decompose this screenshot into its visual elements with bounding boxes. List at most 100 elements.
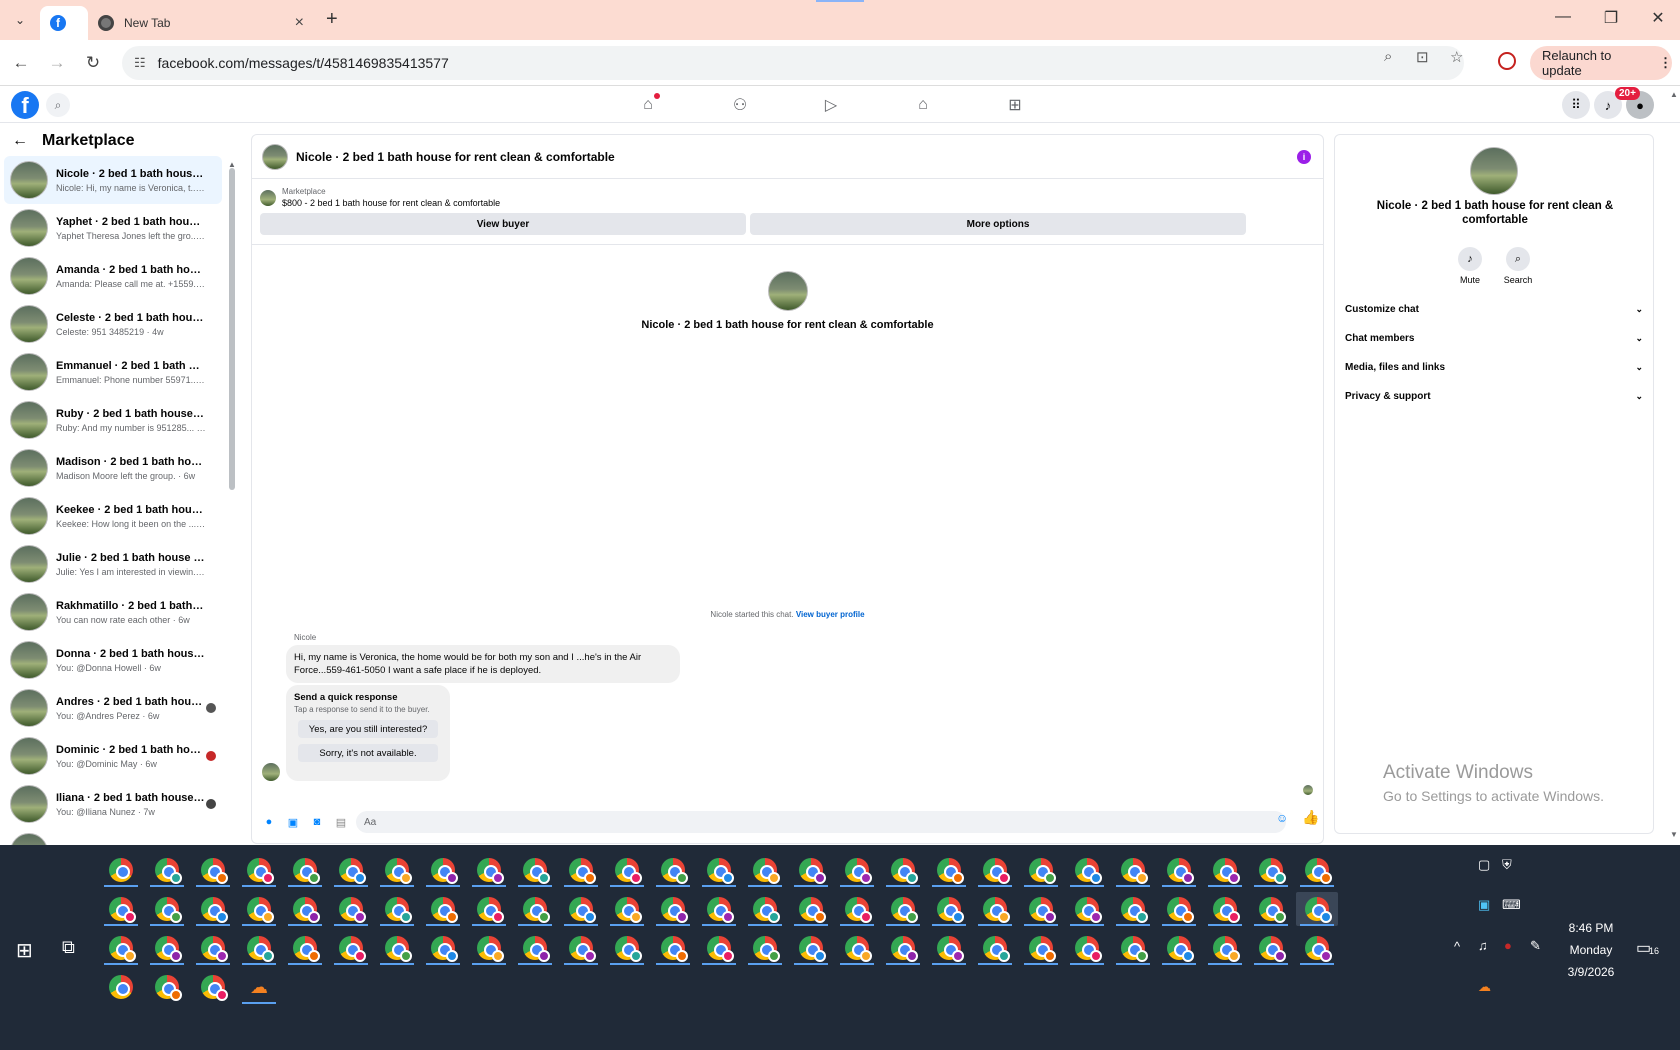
facebook-logo-icon[interactable]: f xyxy=(11,91,39,119)
chrome-profile-taskbar-button[interactable] xyxy=(422,853,464,887)
conversation-item[interactable]: Emmanuel · 2 bed 1 bath house... Emmanuel… xyxy=(4,348,222,396)
chrome-profile-taskbar-button[interactable] xyxy=(100,931,142,965)
chrome-profile-taskbar-button[interactable] xyxy=(1158,853,1200,887)
chrome-profile-taskbar-button[interactable] xyxy=(1296,931,1338,965)
chrome-profile-taskbar-button[interactable] xyxy=(192,931,234,965)
chrome-profile-taskbar-button[interactable] xyxy=(238,892,280,926)
chrome-profile-taskbar-button[interactable] xyxy=(146,970,188,1004)
new-tab-button[interactable]: + xyxy=(326,8,338,31)
chrome-profile-taskbar-button[interactable] xyxy=(560,853,602,887)
friends-icon[interactable]: ⚇ xyxy=(728,93,752,117)
message-input[interactable] xyxy=(356,811,1286,833)
kebab-menu-icon[interactable]: ⋮ xyxy=(1659,55,1672,71)
chrome-profile-taskbar-button[interactable] xyxy=(1250,892,1292,926)
chrome-profile-taskbar-button[interactable] xyxy=(192,853,234,887)
chrome-profile-taskbar-button[interactable] xyxy=(1112,853,1154,887)
chrome-profile-taskbar-button[interactable] xyxy=(192,970,234,1004)
chrome-profile-taskbar-button[interactable] xyxy=(882,853,924,887)
conversation-item[interactable]: Yaphet · 2 bed 1 bath house for... Yaphet… xyxy=(4,204,222,252)
page-scroll-up-icon[interactable]: ▲ xyxy=(1670,90,1678,99)
cloudflare-tray-icon[interactable]: ☁ xyxy=(1478,979,1491,995)
chrome-profile-taskbar-button[interactable] xyxy=(1250,853,1292,887)
view-buyer-button[interactable]: View buyer xyxy=(260,213,746,235)
chrome-profile-taskbar-button[interactable] xyxy=(514,853,556,887)
recording-icon[interactable]: ● xyxy=(1504,938,1512,953)
conversation-item[interactable]: Julie · 2 bed 1 bath house for re... Juli… xyxy=(4,540,222,588)
volume-icon[interactable]: ♫ xyxy=(1478,938,1488,953)
chrome-profile-taskbar-button[interactable] xyxy=(284,892,326,926)
chrome-profile-taskbar-button[interactable] xyxy=(836,853,878,887)
info-avatar[interactable] xyxy=(1470,147,1518,195)
chrome-profile-taskbar-button[interactable] xyxy=(928,892,970,926)
conversation-item[interactable]: Keekee · 2 bed 1 bath house for... Keekee… xyxy=(4,492,222,540)
chrome-profile-taskbar-button[interactable] xyxy=(974,853,1016,887)
chrome-profile-taskbar-button[interactable] xyxy=(1112,892,1154,926)
install-app-icon[interactable]: ⊡ xyxy=(1416,48,1429,66)
chrome-profile-taskbar-button[interactable] xyxy=(928,853,970,887)
chrome-profile-taskbar-button[interactable] xyxy=(514,892,556,926)
meet-now-icon[interactable]: ▢ xyxy=(1478,857,1490,873)
quick-reply-interested-button[interactable]: Yes, are you still interested? xyxy=(298,720,438,738)
chrome-profile-taskbar-button[interactable] xyxy=(1020,931,1062,965)
chrome-profile-taskbar-button[interactable] xyxy=(1204,931,1246,965)
chrome-profile-taskbar-button[interactable] xyxy=(330,892,372,926)
section-customize-chat[interactable]: Customize chat ⌄ xyxy=(1345,298,1643,320)
microphone-icon[interactable]: ● xyxy=(260,813,278,831)
chrome-profile-taskbar-button[interactable] xyxy=(284,931,326,965)
chrome-profile-taskbar-button[interactable] xyxy=(514,931,556,965)
conversation-item[interactable]: Celeste · 2 bed 1 bath house for... Celes… xyxy=(4,300,222,348)
chrome-profile-taskbar-button[interactable] xyxy=(1296,892,1338,926)
task-view-icon[interactable]: ⧉ xyxy=(62,937,75,958)
chrome-profile-taskbar-button[interactable] xyxy=(1066,853,1108,887)
chrome-profile-taskbar-button[interactable] xyxy=(974,931,1016,965)
system-clock[interactable]: 8:46 PM Monday 3/9/2026 xyxy=(1536,917,1646,983)
chrome-profile-taskbar-button[interactable] xyxy=(330,853,372,887)
photo-icon[interactable]: ▣ xyxy=(284,813,302,831)
chrome-profile-taskbar-button[interactable] xyxy=(560,931,602,965)
search-icon[interactable]: ⌕ xyxy=(1506,247,1530,271)
home-icon[interactable]: ⌂ xyxy=(636,93,660,117)
chrome-profile-taskbar-button[interactable] xyxy=(376,853,418,887)
page-scrollbar[interactable]: ▲ ▼ xyxy=(1668,90,1680,842)
security-shield-icon[interactable]: ⛨ xyxy=(1502,857,1512,873)
chrome-profile-taskbar-button[interactable] xyxy=(146,853,188,887)
bell-icon[interactable]: ♪ xyxy=(1458,247,1482,271)
tab-close-icon[interactable]: × xyxy=(295,14,304,32)
restore-button[interactable]: ❐ xyxy=(1596,8,1626,28)
chrome-profile-taskbar-button[interactable] xyxy=(606,931,648,965)
chrome-profile-taskbar-button[interactable] xyxy=(1204,853,1246,887)
chrome-profile-taskbar-button[interactable] xyxy=(698,892,740,926)
back-arrow-icon[interactable]: ← xyxy=(12,132,28,150)
marketplace-icon[interactable]: ⌂ xyxy=(911,93,935,117)
chrome-profile-taskbar-button[interactable] xyxy=(1066,892,1108,926)
chrome-profile-taskbar-button[interactable] xyxy=(422,892,464,926)
section-media-files-links[interactable]: Media, files and links ⌄ xyxy=(1345,356,1643,378)
chrome-profile-taskbar-button[interactable] xyxy=(468,853,510,887)
conversation-item[interactable]: Ruby · 2 bed 1 bath house for r... Ruby: … xyxy=(4,396,222,444)
chrome-profile-taskbar-button[interactable] xyxy=(100,853,142,887)
conversation-item[interactable]: Iliana · 2 bed 1 bath house fo... You: @I… xyxy=(4,780,222,828)
chrome-profile-taskbar-button[interactable] xyxy=(974,892,1016,926)
network-icon[interactable]: ⌨ xyxy=(1502,897,1521,913)
section-privacy-support[interactable]: Privacy & support ⌄ xyxy=(1345,385,1643,407)
zoom-icon[interactable]: ⌕ xyxy=(1384,48,1392,65)
search-action[interactable]: ⌕ Search xyxy=(1498,247,1538,285)
address-bar[interactable]: ☷ facebook.com/messages/t/45814698354135… xyxy=(122,46,1464,80)
chrome-profile-taskbar-button[interactable] xyxy=(652,931,694,965)
chrome-profile-taskbar-button[interactable] xyxy=(928,931,970,965)
chrome-profile-taskbar-button[interactable] xyxy=(560,892,602,926)
mute-action[interactable]: ♪ Mute xyxy=(1450,247,1490,285)
chrome-profile-taskbar-button[interactable] xyxy=(836,892,878,926)
chrome-profile-taskbar-button[interactable] xyxy=(882,931,924,965)
chrome-profile-taskbar-button[interactable] xyxy=(422,931,464,965)
chrome-profile-taskbar-button[interactable] xyxy=(652,892,694,926)
video-icon[interactable]: ▷ xyxy=(819,93,843,117)
chrome-profile-taskbar-button[interactable] xyxy=(790,853,832,887)
chrome-profile-taskbar-button[interactable] xyxy=(1020,892,1062,926)
conversation-item[interactable]: Amanda · 2 bed 1 bath house f... Amanda: … xyxy=(4,252,222,300)
chrome-profile-taskbar-button[interactable] xyxy=(698,931,740,965)
reload-button[interactable]: ↻ xyxy=(80,50,106,76)
chrome-profile-taskbar-button[interactable] xyxy=(744,853,786,887)
conversation-item[interactable]: Andres · 2 bed 1 bath house ... You: @And… xyxy=(4,684,222,732)
section-chat-members[interactable]: Chat members ⌄ xyxy=(1345,327,1643,349)
